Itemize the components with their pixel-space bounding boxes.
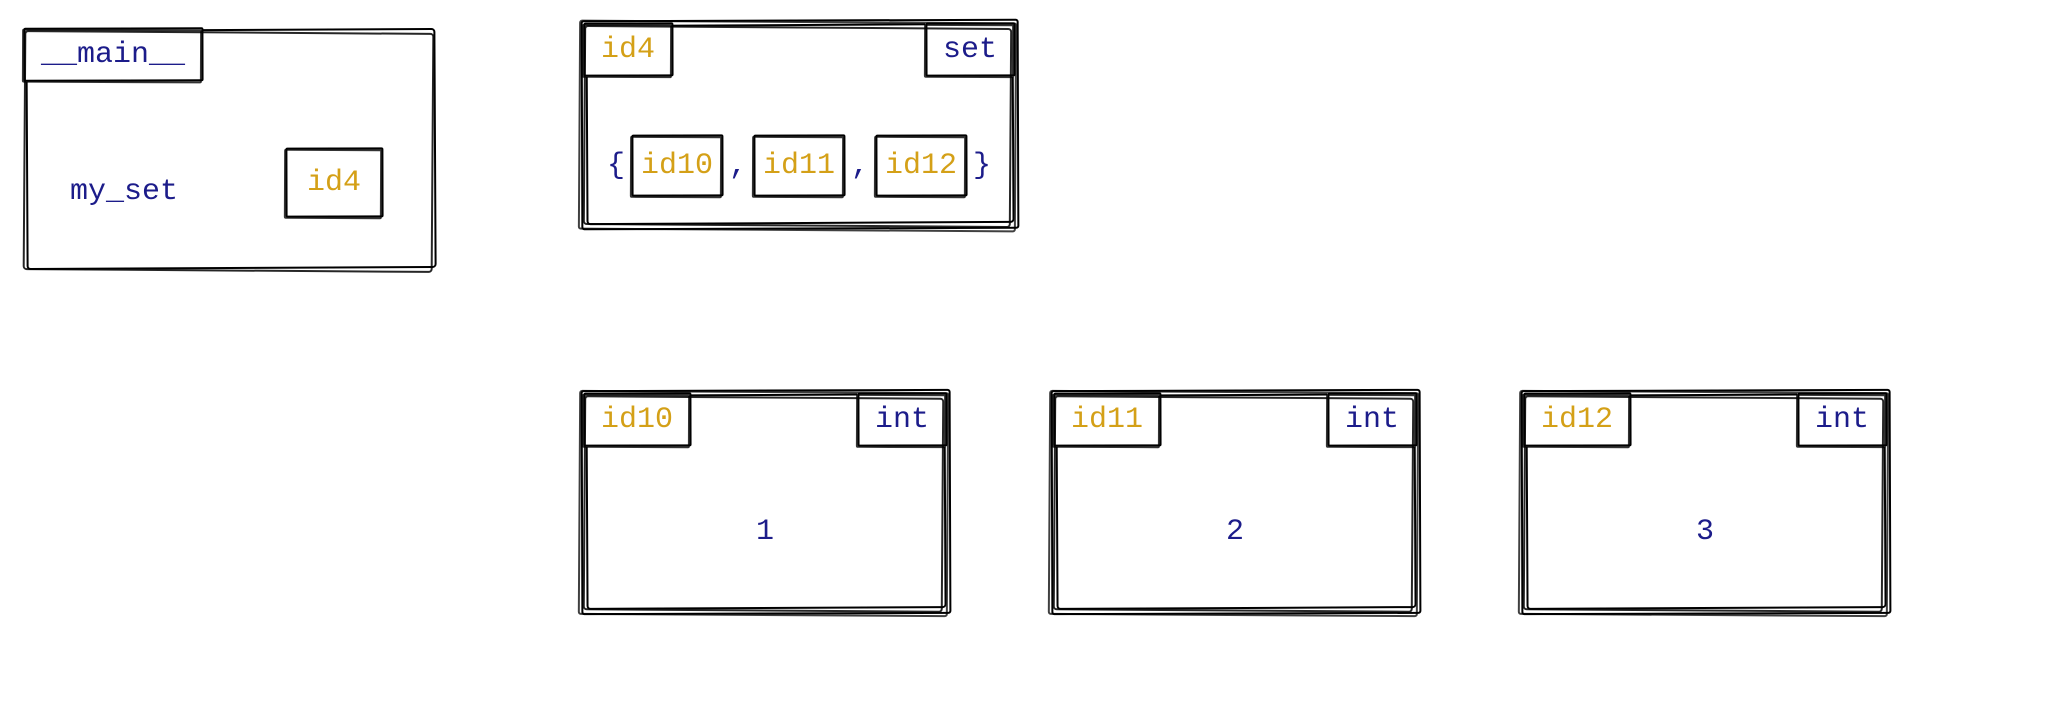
set-item-0: id10 <box>641 149 713 183</box>
set-object-inner: id4 set { id10 , id11 , id12 } <box>585 25 1013 225</box>
set-close-brace: } <box>973 149 991 183</box>
frame-var-ref-box: id4 <box>285 148 383 218</box>
int-1-type: int <box>1345 403 1399 437</box>
set-object-outer: id4 set { id10 , id11 , id12 } <box>580 20 1018 230</box>
int-2-type: int <box>1815 403 1869 437</box>
int-0-type-box: int <box>857 393 947 447</box>
frame-label: __main__ <box>41 38 185 72</box>
int-2-id-box: id12 <box>1523 393 1631 447</box>
int-1-type-box: int <box>1327 393 1417 447</box>
int-0-id: id10 <box>601 403 673 437</box>
frame-var-name: my_set <box>70 175 178 209</box>
set-open-brace: { <box>607 149 625 183</box>
frame-main: __main__ my_set id4 <box>25 30 435 270</box>
int-1-value: 2 <box>1055 515 1415 549</box>
int-0-value: 1 <box>585 515 945 549</box>
set-item-1: id11 <box>763 149 835 183</box>
int-1-outer: id11 int 2 <box>1050 390 1420 615</box>
int-0-id-box: id10 <box>583 393 691 447</box>
int-2-id: id12 <box>1541 403 1613 437</box>
set-item-2-box: id12 <box>875 135 967 197</box>
int-0-type: int <box>875 403 929 437</box>
int-2-outer: id12 int 3 <box>1520 390 1890 615</box>
int-2-inner: id12 int 3 <box>1525 395 1885 610</box>
set-item-2: id12 <box>885 149 957 183</box>
set-id: id4 <box>601 33 655 67</box>
set-item-1-box: id11 <box>753 135 845 197</box>
int-0-outer: id10 int 1 <box>580 390 950 615</box>
set-sep-1: , <box>851 149 869 183</box>
set-type: set <box>943 33 997 67</box>
set-sep-0: , <box>729 149 747 183</box>
int-2-value: 3 <box>1525 515 1885 549</box>
int-1-id: id11 <box>1071 403 1143 437</box>
frame-label-box: __main__ <box>23 28 203 82</box>
frame-var-ref: id4 <box>307 166 361 200</box>
set-items-row: { id10 , id11 , id12 } <box>585 135 1013 197</box>
int-2-type-box: int <box>1797 393 1887 447</box>
int-1-inner: id11 int 2 <box>1055 395 1415 610</box>
set-id-box: id4 <box>583 23 673 77</box>
set-item-0-box: id10 <box>631 135 723 197</box>
int-0-inner: id10 int 1 <box>585 395 945 610</box>
int-1-id-box: id11 <box>1053 393 1161 447</box>
set-type-box: set <box>925 23 1015 77</box>
